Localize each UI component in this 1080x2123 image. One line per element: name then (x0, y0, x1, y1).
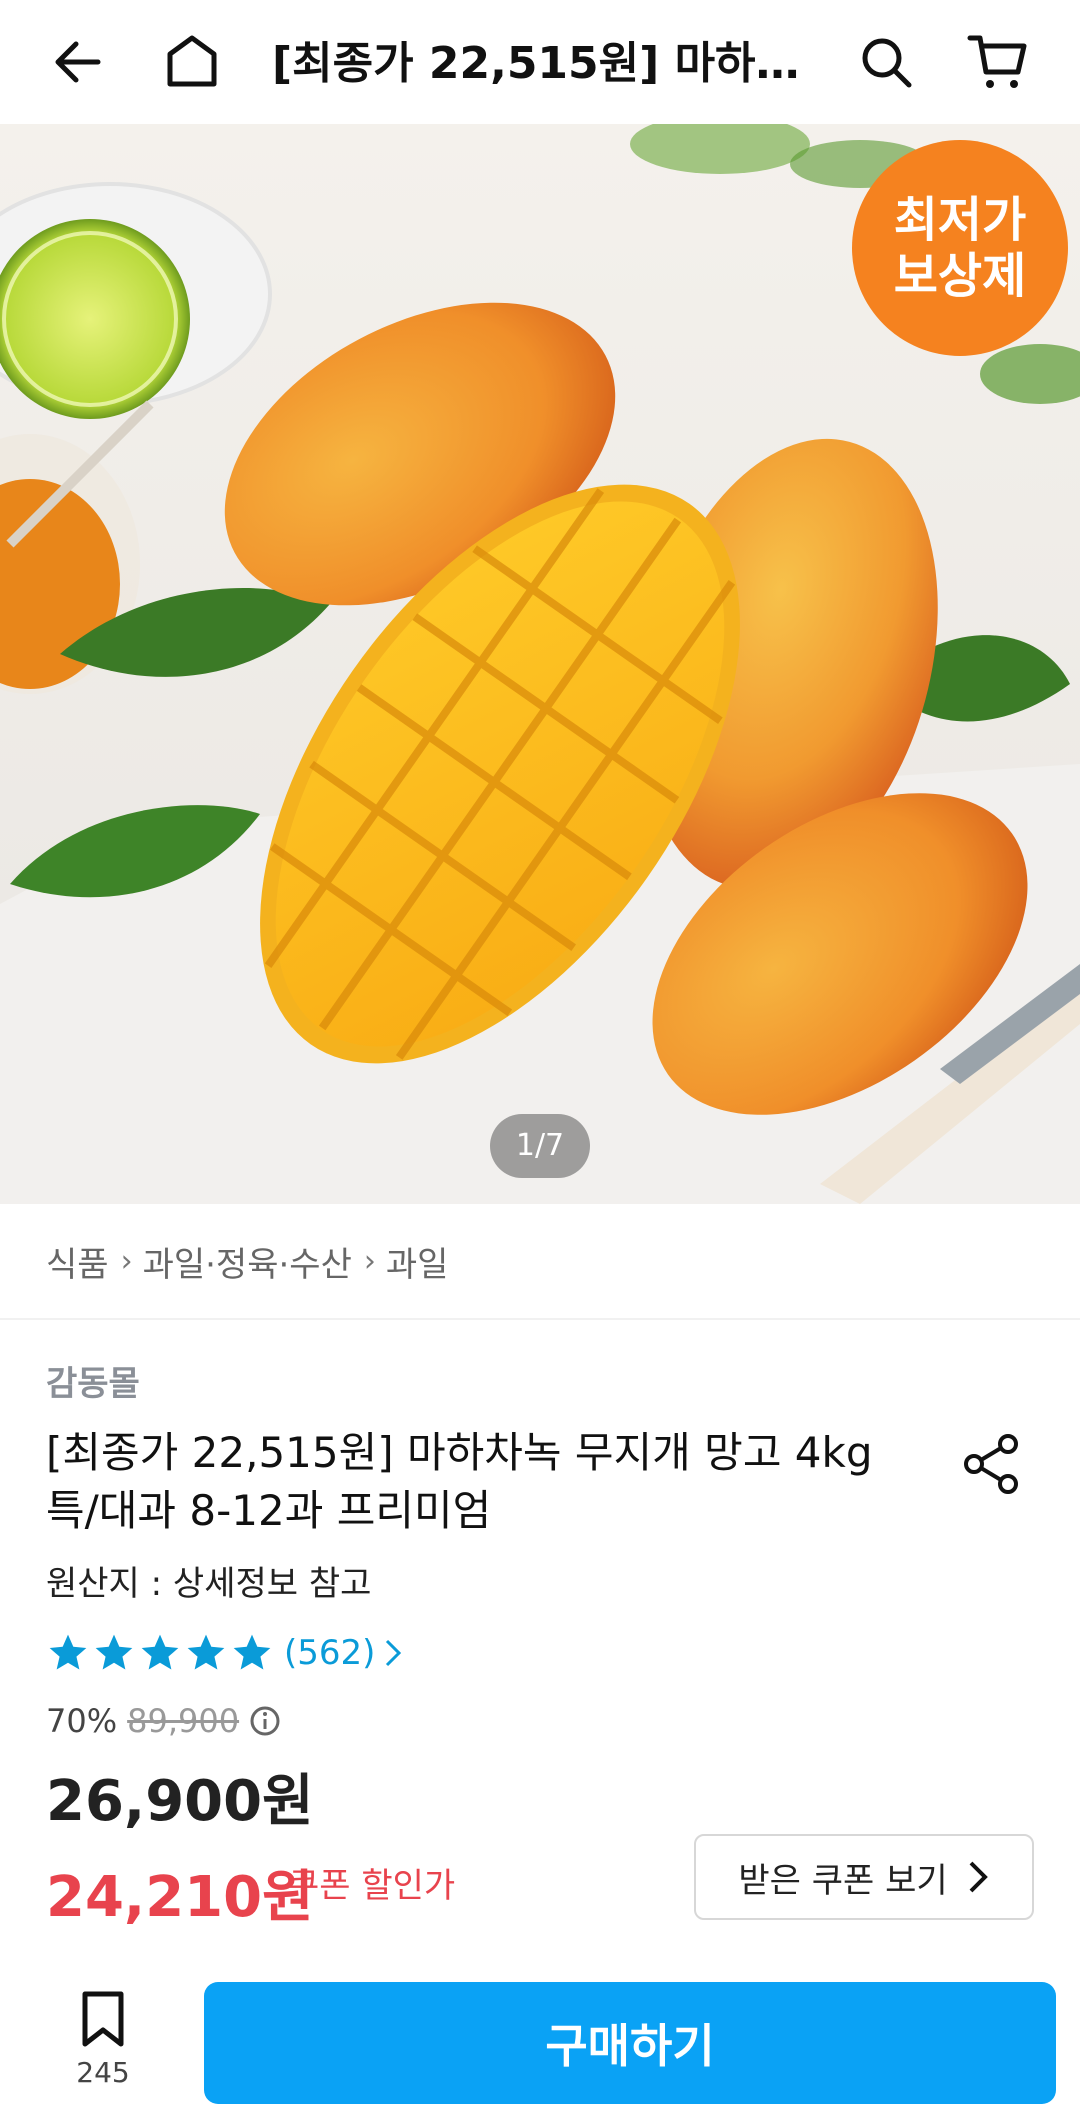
search-button[interactable] (846, 22, 926, 102)
badge-line-1: 최저가 (893, 192, 1027, 248)
coupon-price-label: 쿠폰 할인가 (288, 1866, 456, 1906)
star-icon (49, 1634, 87, 1670)
badge-line-2: 보상제 (893, 248, 1027, 304)
share-button[interactable] (958, 1430, 1026, 1498)
buy-button[interactable]: 구매하기 (204, 1982, 1056, 2104)
search-icon (862, 38, 912, 88)
top-app-bar: [최종가 22,515원] 마하차… (0, 0, 1080, 124)
image-counter: 1/7 (490, 1114, 590, 1178)
lowest-price-badge: 최저가 보상제 (852, 140, 1068, 356)
origin-info: 원산지 : 상세정보 참고 (46, 1564, 372, 1604)
share-icon (964, 1434, 1018, 1494)
bookmark-button[interactable]: 245 (58, 1990, 148, 2100)
product-title: [최종가 22,515원] 마하차녹 무지개 망고 4kg 특/대과 8-12과… (46, 1428, 873, 1535)
info-icon[interactable] (249, 1705, 281, 1737)
chevron-right-icon: › (120, 1243, 133, 1279)
cart-button[interactable] (958, 22, 1038, 102)
chevron-right-icon (969, 1861, 988, 1893)
discount-line: 70% 89,900 (46, 1698, 281, 1744)
section-divider (0, 1318, 1080, 1320)
coupon-price: 24,210원 (46, 1865, 314, 1930)
rating-row[interactable]: (562) (46, 1628, 403, 1678)
bookmark-count: 245 (76, 2056, 130, 2089)
review-count[interactable]: (562) (284, 1633, 375, 1673)
cart-icon (967, 35, 1027, 88)
breadcrumb-item-fruit[interactable]: 과일 (386, 1237, 449, 1286)
view-coupons-label: 받은 쿠폰 보기 (738, 1860, 948, 1901)
home-icon (167, 35, 217, 87)
breadcrumb: 식품 › 과일·정육·수산 › 과일 (46, 1236, 448, 1286)
chevron-right-icon: › (363, 1243, 376, 1279)
star-icon (141, 1634, 179, 1670)
back-button[interactable] (38, 22, 118, 102)
view-coupons-button[interactable]: 받은 쿠폰 보기 (694, 1834, 1034, 1920)
star-icon (95, 1634, 133, 1670)
star-icon (187, 1634, 225, 1670)
original-price: 89,900 (127, 1702, 240, 1740)
page-title: [최종가 22,515원] 마하차… (272, 38, 812, 89)
breadcrumb-item-fruit-meat-seafood[interactable]: 과일·정육·수산 (143, 1237, 352, 1286)
home-button[interactable] (152, 22, 232, 102)
star-icon (233, 1634, 271, 1670)
breadcrumb-item-food[interactable]: 식품 (46, 1237, 109, 1286)
seller-name[interactable]: 감동몰 (46, 1356, 140, 1405)
chevron-right-icon (386, 1639, 402, 1667)
sale-price: 26,900원 (46, 1769, 314, 1834)
rating-stars (46, 1631, 276, 1675)
arrow-left-icon (55, 41, 101, 83)
discount-rate: 70% (46, 1702, 118, 1740)
bookmark-icon (82, 1991, 124, 2047)
